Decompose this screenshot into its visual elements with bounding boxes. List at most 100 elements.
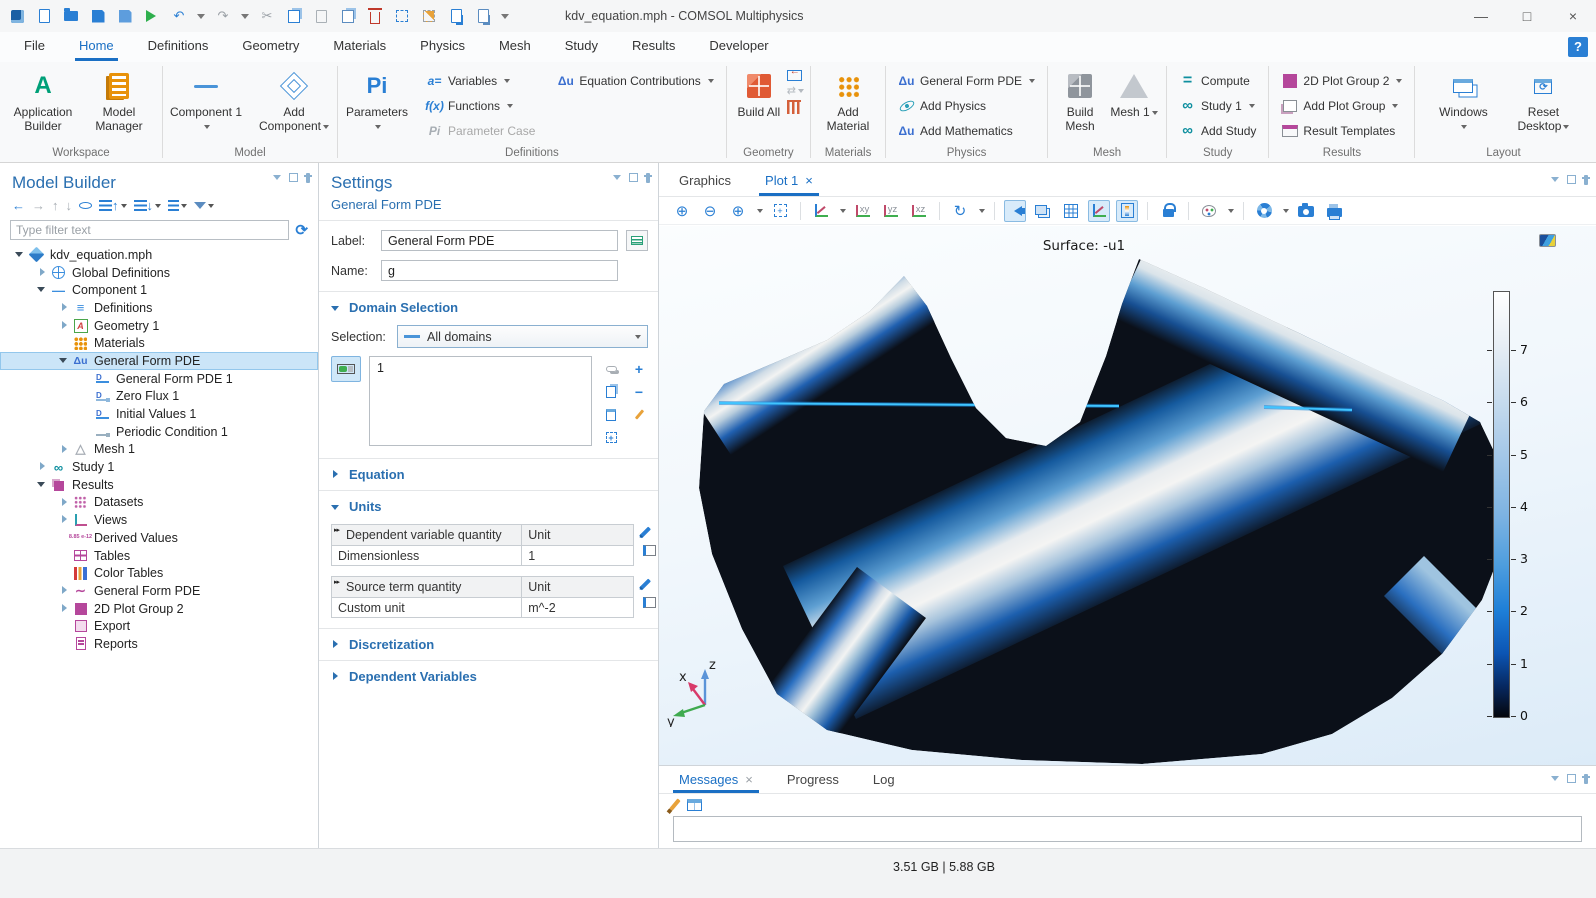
section-discretization[interactable]: Discretization (319, 628, 658, 660)
remove-from-selection-icon[interactable]: − (628, 381, 650, 402)
physics-interface-button[interactable]: ΔuGeneral Form PDE (892, 68, 1041, 93)
parameter-case-button[interactable]: PiParameter Case (420, 118, 541, 143)
pin-panel-icon[interactable] (1584, 175, 1588, 185)
deselect-button[interactable] (420, 7, 438, 25)
panel-menu-icon[interactable] (1551, 177, 1559, 186)
view-yz-icon[interactable]: yz (880, 200, 902, 222)
clear-selection-icon[interactable] (628, 404, 650, 425)
update-plot-caret[interactable] (1283, 209, 1289, 216)
copy-selection-icon[interactable] (600, 381, 622, 402)
default-view-icon[interactable] (810, 200, 832, 222)
redo-caret[interactable] (241, 14, 249, 23)
label-input[interactable] (381, 230, 618, 251)
find-button[interactable] (447, 7, 465, 25)
copy-button[interactable] (285, 7, 303, 25)
tree-item-results[interactable]: Results (0, 476, 318, 494)
table-cell[interactable]: Dimensionless (332, 546, 522, 566)
table-cell[interactable]: m^-2 (522, 598, 634, 618)
view-xy-icon[interactable]: xy (852, 200, 874, 222)
export-sequence-icon[interactable]: ⇄ (787, 84, 804, 97)
tree-item-initial-values-1[interactable]: DInitial Values 1 (0, 405, 318, 423)
pin-panel-icon[interactable] (646, 173, 650, 183)
clear-messages-icon[interactable] (669, 798, 680, 810)
collapse-all-button[interactable]: ↑ (99, 198, 127, 213)
zoom-box-caret[interactable] (757, 209, 763, 216)
view-xz-icon[interactable]: xz (908, 200, 930, 222)
add-mathematics-button[interactable]: ΔuAdd Mathematics (892, 118, 1041, 143)
refresh-icon[interactable]: ⟳ (295, 221, 308, 239)
tree-item-component-1[interactable]: —Component 1 (0, 281, 318, 299)
panel-menu-icon[interactable] (613, 175, 621, 184)
plot-thumbnail-icon[interactable] (1539, 234, 1556, 247)
redo-button[interactable]: ↷ (214, 7, 232, 25)
model-manager-button[interactable]: Model Manager (82, 66, 156, 134)
cut-button[interactable]: ✂ (258, 7, 276, 25)
add-study-button[interactable]: ∞Add Study (1173, 118, 1262, 143)
equation-contributions-button[interactable]: ΔuEquation Contributions (551, 68, 719, 93)
open-file-button[interactable] (62, 7, 80, 25)
table-cell[interactable]: Custom unit (332, 598, 522, 618)
tree-item-study-1[interactable]: ∞Study 1 (0, 458, 318, 476)
view-lock-icon[interactable] (1157, 200, 1179, 222)
name-input[interactable] (381, 260, 618, 281)
tab-progress[interactable]: Progress (785, 772, 841, 793)
insert-sequence-icon[interactable] (787, 70, 802, 81)
tree-item-materials[interactable]: Materials (0, 334, 318, 352)
build-mesh-button[interactable]: Build Mesh (1054, 66, 1106, 134)
float-panel-icon[interactable] (629, 173, 638, 182)
image-snapshot-icon[interactable] (1295, 200, 1317, 222)
run-button[interactable] (143, 7, 161, 25)
scene-light-icon[interactable] (1004, 200, 1026, 222)
panel-menu-icon[interactable] (1551, 776, 1559, 785)
zoom-extents-icon[interactable]: + (769, 200, 791, 222)
create-selection-icon[interactable] (600, 358, 622, 379)
tab-materials[interactable]: Materials (333, 32, 386, 62)
tree-item-reports[interactable]: Reports (0, 635, 318, 653)
close-tab-icon[interactable]: × (745, 772, 753, 787)
float-panel-icon[interactable] (1567, 175, 1576, 184)
model-tree-nodes-button[interactable] (168, 200, 187, 211)
active-toggle-button[interactable] (331, 356, 361, 382)
close-button[interactable]: × (1550, 0, 1596, 32)
study-1-button[interactable]: ∞Study 1 (1173, 93, 1262, 118)
tree-item-general-form-pde[interactable]: ΔuGeneral Form PDE (0, 352, 318, 370)
find-replace-button[interactable] (474, 7, 492, 25)
plot-canvas[interactable]: Surface: -u1 (659, 226, 1596, 765)
reset-desktop-button[interactable]: ⟳ Reset Desktop (1511, 66, 1575, 134)
result-templates-button[interactable]: Result Templates (1275, 118, 1408, 143)
select-box-button[interactable] (393, 7, 411, 25)
messages-output[interactable] (673, 816, 1582, 842)
tree-item-datasets[interactable]: Datasets (0, 494, 318, 512)
transparency-icon[interactable] (1032, 200, 1054, 222)
move-up-button[interactable]: ↑ (52, 198, 59, 213)
variables-button[interactable]: a=Variables (420, 68, 541, 93)
plot-group-button[interactable]: 2D Plot Group 2 (1275, 68, 1408, 93)
table-cell[interactable]: 1 (522, 546, 634, 566)
minimize-button[interactable]: — (1458, 0, 1504, 32)
add-to-selection-icon[interactable]: + (628, 358, 650, 379)
tree-item-global-definitions[interactable]: Global Definitions (0, 264, 318, 282)
open-in-table-icon[interactable] (687, 799, 702, 811)
tree-item-derived-values[interactable]: 8.85 e-12Derived Values (0, 529, 318, 547)
tab-definitions[interactable]: Definitions (148, 32, 209, 62)
add-material-button[interactable]: Add Material (817, 66, 879, 134)
pin-panel-icon[interactable] (1584, 774, 1588, 784)
float-panel-icon[interactable] (1567, 774, 1576, 783)
tree-item-general-form-pde-1[interactable]: DGeneral Form PDE 1 (0, 370, 318, 388)
tree-item-general-form-pde-results[interactable]: ∼General Form PDE (0, 582, 318, 600)
edit-quantity-icon[interactable] (639, 578, 651, 590)
windows-button[interactable]: Windows (1431, 66, 1495, 134)
change-unit-icon[interactable] (643, 545, 656, 556)
component-1-button[interactable]: Component 1 (169, 66, 243, 134)
section-dependent-variables[interactable]: Dependent Variables (319, 660, 658, 692)
update-plot-icon[interactable] (1253, 200, 1275, 222)
show-icon[interactable] (79, 202, 92, 209)
paste-button[interactable] (312, 7, 330, 25)
tab-developer[interactable]: Developer (709, 32, 768, 62)
back-button[interactable]: ← (12, 198, 25, 213)
add-physics-button[interactable]: Add Physics (892, 93, 1041, 118)
tab-results[interactable]: Results (632, 32, 675, 62)
close-tab-icon[interactable]: × (805, 173, 813, 188)
tree-item-definitions[interactable]: ≡Definitions (0, 299, 318, 317)
tree-item-tables[interactable]: Tables (0, 547, 318, 565)
